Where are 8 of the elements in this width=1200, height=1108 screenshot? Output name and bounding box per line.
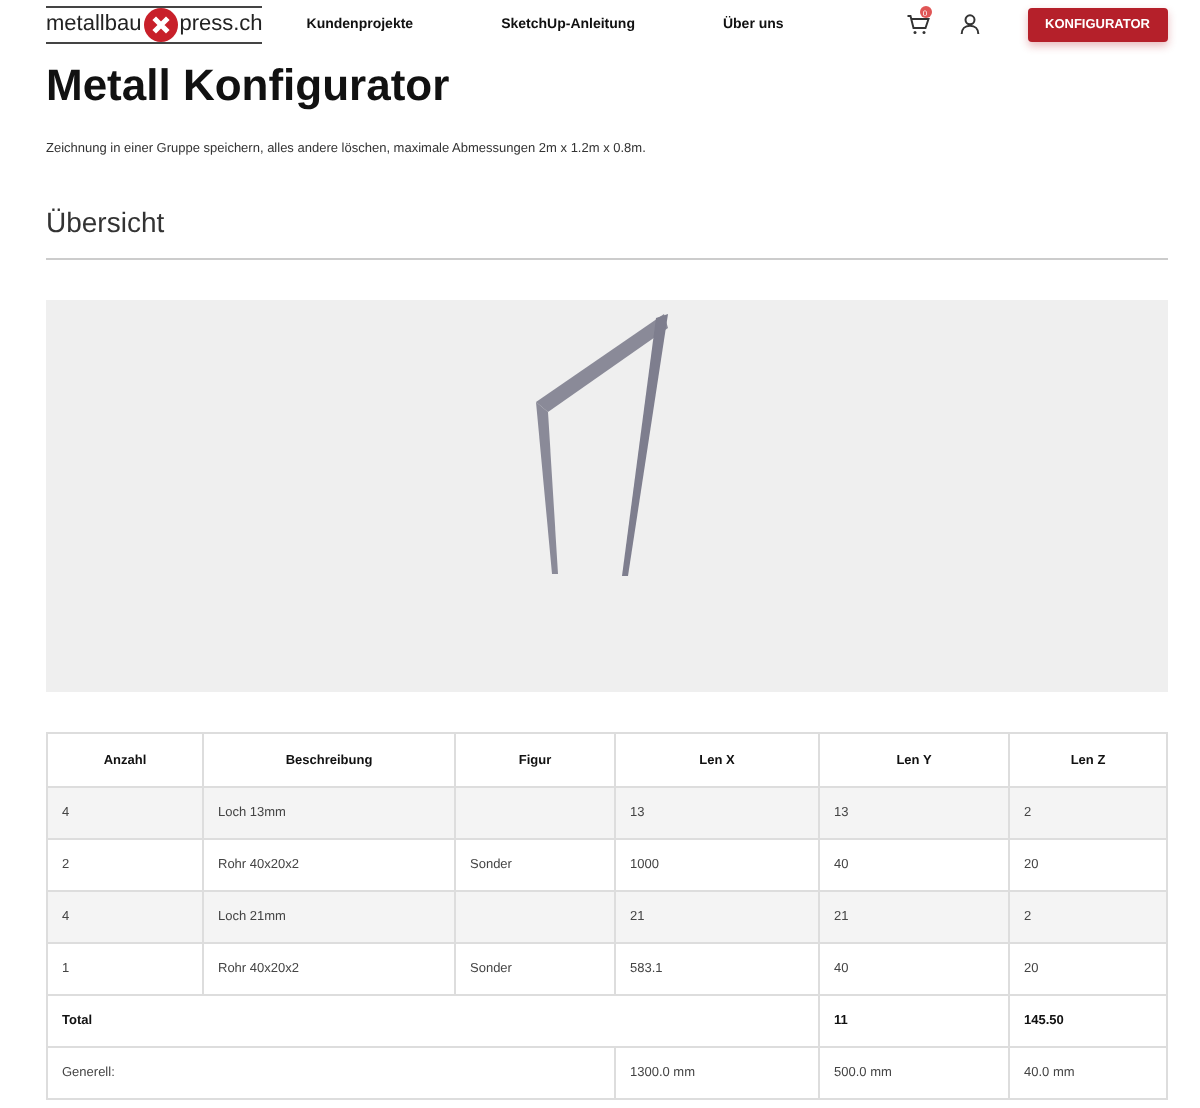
cross-icon bbox=[143, 7, 178, 41]
cart-icon[interactable] bbox=[905, 13, 930, 35]
user-icon[interactable] bbox=[959, 14, 980, 34]
logo[interactable]: metallbau press.ch bbox=[46, 5, 263, 43]
section-title: Übersicht bbox=[46, 206, 167, 238]
logo-text: press.ch bbox=[179, 13, 263, 35]
logo-text: metallbau bbox=[46, 13, 142, 35]
page-title: Metall Konfigurator bbox=[46, 60, 452, 112]
